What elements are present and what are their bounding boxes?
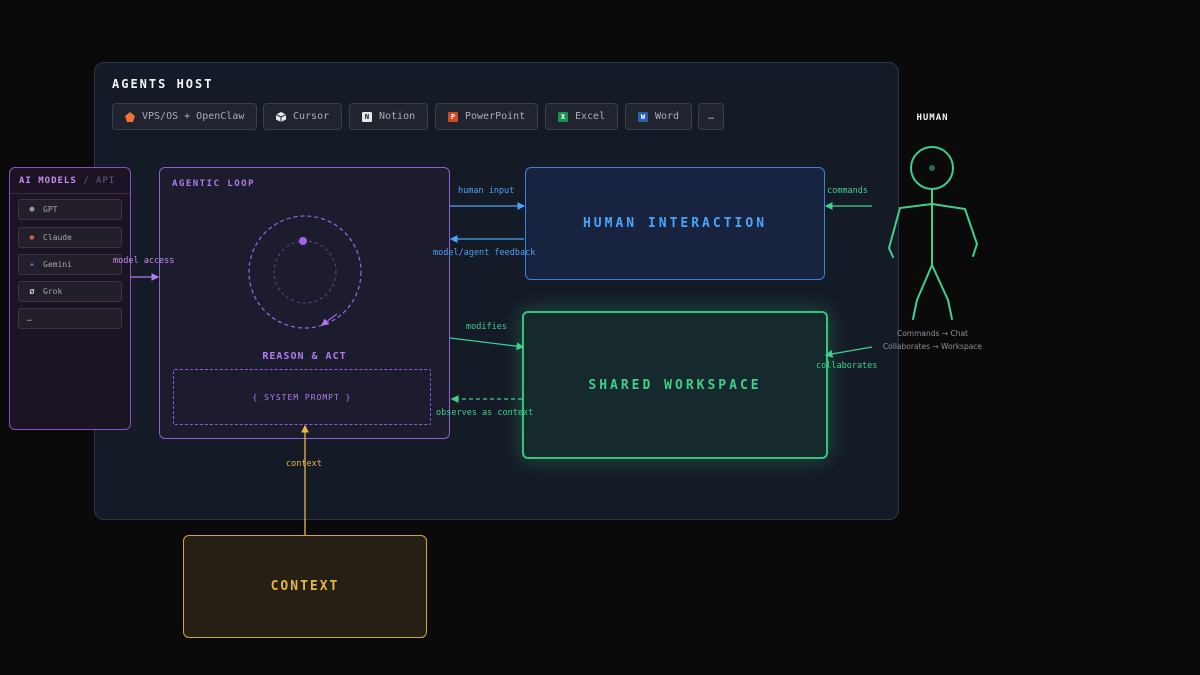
- human-input-label: human input: [458, 186, 515, 196]
- model-access-label: model access: [113, 256, 175, 266]
- human-caption-collaborates: Collaborates → Workspace: [882, 342, 983, 351]
- human-caption-commands: Commands → Chat: [896, 329, 969, 338]
- observes-label: observes as context: [436, 408, 534, 418]
- diagram-connectors: [131, 146, 979, 535]
- collaborates-arrow: [824, 346, 873, 358]
- feedback-label: model/agent feedback: [433, 248, 536, 258]
- loop-dot: [299, 237, 307, 245]
- human-figure-icon: [887, 146, 979, 320]
- context-edge-label: context: [286, 459, 322, 469]
- modifies-label: modifies: [466, 322, 507, 332]
- collaborates-label: collaborates: [816, 361, 878, 371]
- modifies-arrow: [449, 337, 525, 351]
- human-title: HUMAN: [916, 113, 949, 123]
- loop-outer-ring: [248, 215, 362, 329]
- loop-inner-ring: [273, 240, 337, 304]
- commands-label: commands: [827, 186, 868, 196]
